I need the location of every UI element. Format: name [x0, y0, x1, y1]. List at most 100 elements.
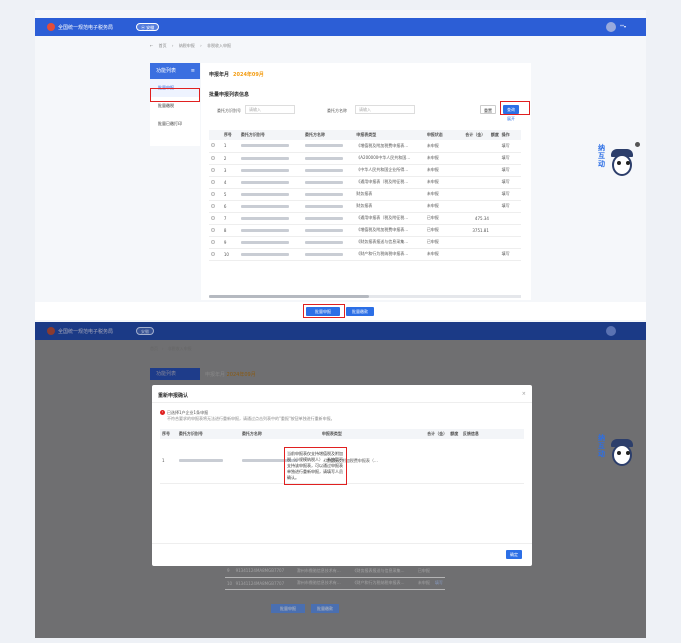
row-taxpayer-name: 滁州市鼎驰信息技术有…: [294, 577, 351, 590]
taxpayer-name-label: 委托方名称: [327, 108, 347, 113]
breadcrumb-item[interactable]: 首页: [159, 43, 167, 48]
row-quota: [488, 236, 500, 249]
table-row: 10 91341124MA8MGB7707 滁州市鼎驰信息技术有… 《财产和行为税纳税…: [225, 577, 445, 590]
col-status: 申报状态: [424, 130, 464, 140]
row-amount: [463, 200, 489, 213]
dialog-col-feedback: 反馈信息: [460, 429, 524, 439]
row-quota: [488, 188, 500, 201]
batch-declare-button-dimmed: 批量申报: [271, 604, 305, 613]
row-taxpayer-id: 91341124MA8MGB7707: [233, 565, 295, 578]
h-scrollbar-thumb[interactable]: [209, 295, 369, 298]
row-checkbox[interactable]: [209, 164, 222, 177]
row-checkbox[interactable]: [209, 224, 222, 237]
row-form-type: 《通用申报表（税及附征税…: [354, 212, 425, 225]
row-quota: [488, 152, 500, 165]
batch-pay-button[interactable]: 批量缴款: [346, 307, 374, 316]
dialog-title: 重新申报确认: [158, 393, 189, 399]
table-header: 序号 委托方识别号 委托方名称 申报表类型 申报状态 合计（金） 额度 操作: [209, 130, 521, 140]
tax-bureau-logo-icon: [47, 327, 55, 335]
sidebar-item-batch-print[interactable]: 批量已缴打印: [150, 115, 200, 133]
row-taxpayer-name: [303, 236, 355, 249]
row-amount: [463, 176, 489, 189]
col-action: 操作: [499, 130, 521, 140]
row-amount: [463, 164, 489, 177]
row-checkbox[interactable]: [209, 248, 222, 261]
province-selector[interactable]: ⦿ 安徽: [136, 23, 160, 31]
row-status: 已申报: [424, 224, 464, 237]
row-action[interactable]: 填写: [499, 188, 521, 201]
close-icon[interactable]: ×: [522, 391, 526, 397]
dialog-col-quota: 额度: [448, 429, 461, 439]
row-checkbox[interactable]: [209, 200, 222, 213]
dialog-col-taxpayer-id: 委托方识别号: [176, 429, 240, 439]
col-amount: 合计（金）: [463, 130, 489, 140]
row-no: 8: [221, 224, 239, 237]
breadcrumb-item[interactable]: 纳税申报: [179, 43, 195, 48]
menu-icon[interactable]: ≡: [191, 63, 195, 79]
row-status: 未申报: [424, 188, 464, 201]
row-quota: [488, 200, 500, 213]
row-status: 未申报: [424, 248, 464, 261]
reset-button[interactable]: 重置: [480, 105, 496, 114]
chevron-down-icon: ▾: [623, 24, 626, 29]
row-action[interactable]: [499, 212, 521, 225]
sidebar: 功能列表 ≡ 批量申报 批量缴税 批量已缴打印: [150, 63, 200, 146]
row-taxpayer-id: [238, 212, 304, 225]
row-action[interactable]: 填写: [499, 176, 521, 189]
row-checkbox[interactable]: [209, 176, 222, 189]
row-checkbox[interactable]: [209, 140, 222, 153]
table-row: 4 《通用申报表（税及附征税… 未申报 填写: [209, 176, 521, 189]
row-action[interactable]: 填写: [499, 140, 521, 153]
row-amount: [463, 236, 489, 249]
declare-table: 序号 委托方识别号 委托方名称 申报表类型 申报状态 合计（金） 额度 操作 1…: [209, 130, 521, 261]
col-form-type: 申报表类型: [354, 130, 425, 140]
row-checkbox[interactable]: [209, 212, 222, 225]
col-no: 序号: [221, 130, 239, 140]
list-subtitle: 批量申报列表信息: [209, 92, 250, 98]
back-arrow-icon[interactable]: ←: [150, 43, 153, 48]
row-checkbox[interactable]: [209, 152, 222, 165]
row-amount: 475.34: [463, 212, 489, 225]
row-taxpayer-name: [303, 224, 355, 237]
mascot-text-3: 动: [598, 450, 605, 458]
row-action[interactable]: 填写: [499, 200, 521, 213]
row-action[interactable]: [499, 224, 521, 237]
expand-link[interactable]: 展开: [507, 116, 515, 122]
row-checkbox[interactable]: [209, 236, 222, 249]
row-no: 6: [221, 200, 239, 213]
dimmed-table: 9 91341124MA8MGB7707 滁州市鼎驰信息技术有… 《财务报表报送与信息…: [225, 565, 445, 590]
taxpayer-name-input[interactable]: 请输入: [355, 105, 415, 114]
mascot-widget[interactable]: 纳互动: [598, 140, 640, 190]
row-taxpayer-id: [238, 200, 304, 213]
row-form-type: 《增值税及附加税费申报表…: [354, 140, 425, 153]
user-menu[interactable]: **▾: [620, 24, 626, 29]
mascot-text-2: 互: [598, 152, 605, 160]
row-action: [432, 565, 445, 578]
row-status: 未申报: [424, 140, 464, 153]
mascot-text-1: 纳: [598, 434, 605, 442]
top-header: 全国统一规范电子税务局 ⦿ 安徽 **▾: [35, 18, 646, 36]
row-quota: [488, 248, 500, 261]
row-action[interactable]: [499, 236, 521, 249]
taxpayer-id-input[interactable]: 请输入: [245, 105, 295, 114]
row-no: 9: [221, 236, 239, 249]
warning-icon: !: [160, 410, 165, 415]
row-action[interactable]: 填写: [499, 248, 521, 261]
confirm-button[interactable]: 确定: [506, 550, 522, 559]
row-checkbox[interactable]: [209, 188, 222, 201]
province-label: 安徽: [141, 329, 149, 334]
user-avatar[interactable]: [606, 22, 616, 32]
row-taxpayer-name: [303, 176, 355, 189]
dialog-col-form-type: 申报表类型: [319, 429, 426, 439]
row-action[interactable]: 填写: [499, 152, 521, 165]
dialog-row-feedback-cell: [460, 439, 524, 484]
mascot-widget[interactable]: 纳互动: [598, 430, 638, 480]
row-status: 已申报: [415, 565, 433, 578]
row-status: 已申报: [424, 212, 464, 225]
dialog-row-taxpayer-id: [176, 439, 240, 484]
mascot-close-icon[interactable]: [635, 142, 640, 147]
row-action: 填写: [432, 577, 445, 590]
row-action[interactable]: 填写: [499, 164, 521, 177]
divider: [152, 543, 532, 544]
divider: [152, 402, 532, 403]
